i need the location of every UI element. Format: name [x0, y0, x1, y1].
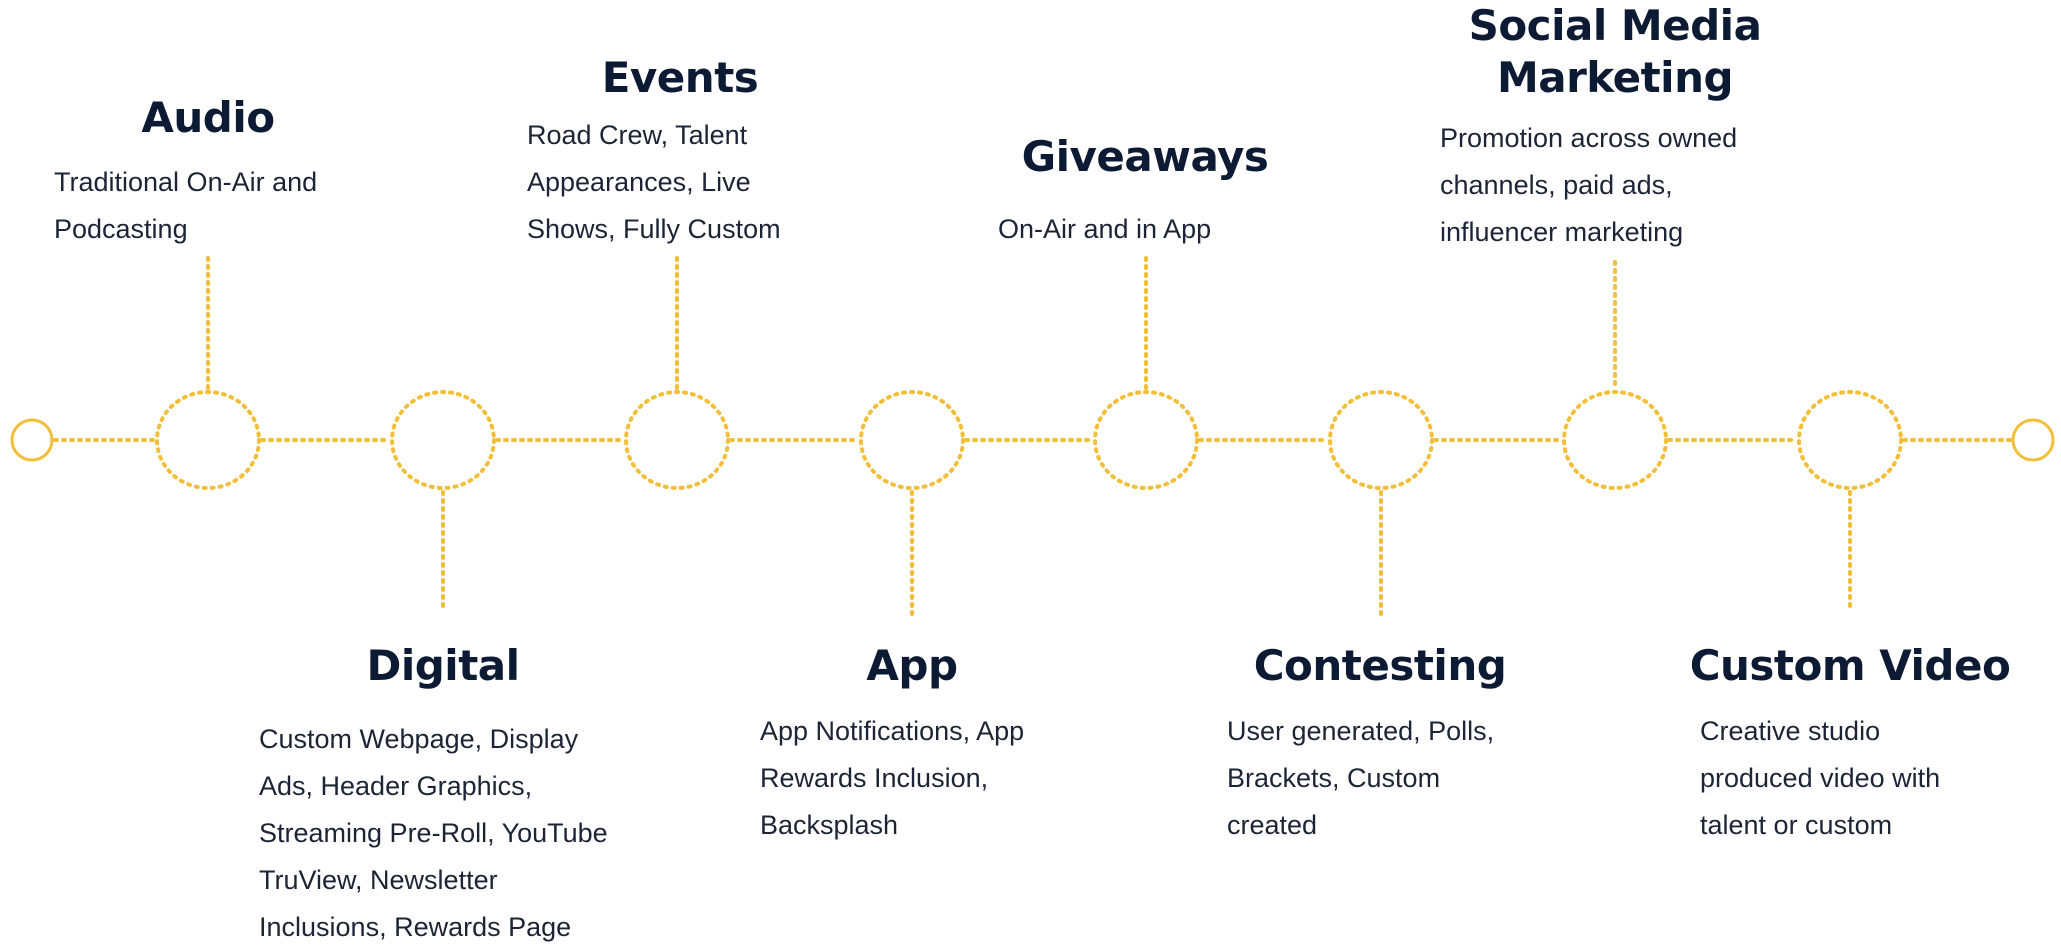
stage-desc-line: Brackets, Custom: [1227, 763, 1441, 793]
timeline-node: [155, 390, 261, 490]
stage-desc-line: talent or custom: [1700, 810, 1893, 840]
timeline-end-cap: [2011, 418, 2055, 462]
stage-desc-giveaways: On-Air and in App: [998, 206, 1211, 253]
stage-desc-digital: Custom Webpage, Display Ads, Header Grap…: [259, 716, 608, 951]
stage-desc-line: channels, paid ads,: [1440, 170, 1673, 200]
stage-title-audio: Audio: [108, 92, 308, 144]
timeline-node: [390, 390, 496, 490]
stage-desc-line: Shows, Fully Custom: [527, 214, 781, 244]
stage-title-line: App: [866, 641, 958, 690]
stage-desc-line: Custom Webpage, Display: [259, 724, 579, 754]
stage-title-custom-video: Custom Video: [1650, 640, 2050, 692]
stage-desc-line: Creative studio: [1700, 716, 1881, 746]
stage-desc-audio: Traditional On-Air and Podcasting: [54, 159, 317, 253]
stage-desc-line: Appearances, Live: [527, 167, 751, 197]
stage-title-line: Giveaways: [1021, 132, 1269, 181]
stage-title-giveaways: Giveaways: [1000, 131, 1290, 183]
stage-title-line: Custom Video: [1689, 641, 2011, 690]
timeline-node: [1328, 390, 1434, 490]
stage-desc-app: App Notifications, App Rewards Inclusion…: [760, 708, 1024, 849]
stage-title-line: Marketing: [1496, 53, 1734, 102]
stage-desc-line: App Notifications, App: [760, 716, 1025, 746]
stage-title-digital: Digital: [318, 640, 568, 692]
stage-desc-events: Road Crew, Talent Appearances, Live Show…: [527, 112, 781, 253]
stage-desc-social-media-marketing: Promotion across owned channels, paid ad…: [1440, 115, 1737, 256]
stage-title-social-media-marketing: Social Media Marketing: [1440, 0, 1790, 104]
timeline-node: [1093, 390, 1199, 490]
stage-desc-line: Road Crew, Talent: [527, 120, 748, 150]
stage-desc-line: Podcasting: [54, 214, 188, 244]
stage-desc-line: Promotion across owned: [1440, 123, 1738, 153]
stage-desc-line: produced video with: [1700, 763, 1941, 793]
stage-desc-contesting: User generated, Polls, Brackets, Custom …: [1227, 708, 1494, 849]
stage-title-line: Social Media: [1468, 1, 1762, 50]
stage-title-contesting: Contesting: [1225, 640, 1535, 692]
stage-title-line: Contesting: [1253, 641, 1507, 690]
stage-desc-line: Inclusions, Rewards Page: [259, 912, 572, 942]
stage-desc-line: influencer marketing: [1440, 217, 1684, 247]
stage-desc-line: User generated, Polls,: [1227, 716, 1495, 746]
timeline-node: [1797, 390, 1903, 490]
stage-desc-custom-video: Creative studio produced video with tale…: [1700, 708, 1940, 849]
stage-desc-line: Streaming Pre-Roll, YouTube: [259, 818, 608, 848]
stage-title-line: Digital: [366, 641, 520, 690]
stage-desc-line: TruView, Newsletter: [259, 865, 498, 895]
stage-title-line: Audio: [141, 93, 275, 142]
stage-title-app: App: [812, 640, 1012, 692]
stage-desc-line: created: [1227, 810, 1318, 840]
stage-desc-line: Traditional On-Air and: [54, 167, 318, 197]
stage-desc-line: On-Air and in App: [998, 214, 1212, 244]
stage-title-line: Events: [601, 53, 759, 102]
timeline-node: [1562, 390, 1668, 490]
stage-title-events: Events: [560, 52, 800, 104]
stage-desc-line: Rewards Inclusion,: [760, 763, 989, 793]
timeline-start-cap: [10, 418, 54, 462]
timeline-node: [859, 390, 965, 490]
stage-desc-line: Backsplash: [760, 810, 899, 840]
stage-desc-line: Ads, Header Graphics,: [259, 771, 533, 801]
timeline-node: [624, 390, 730, 490]
